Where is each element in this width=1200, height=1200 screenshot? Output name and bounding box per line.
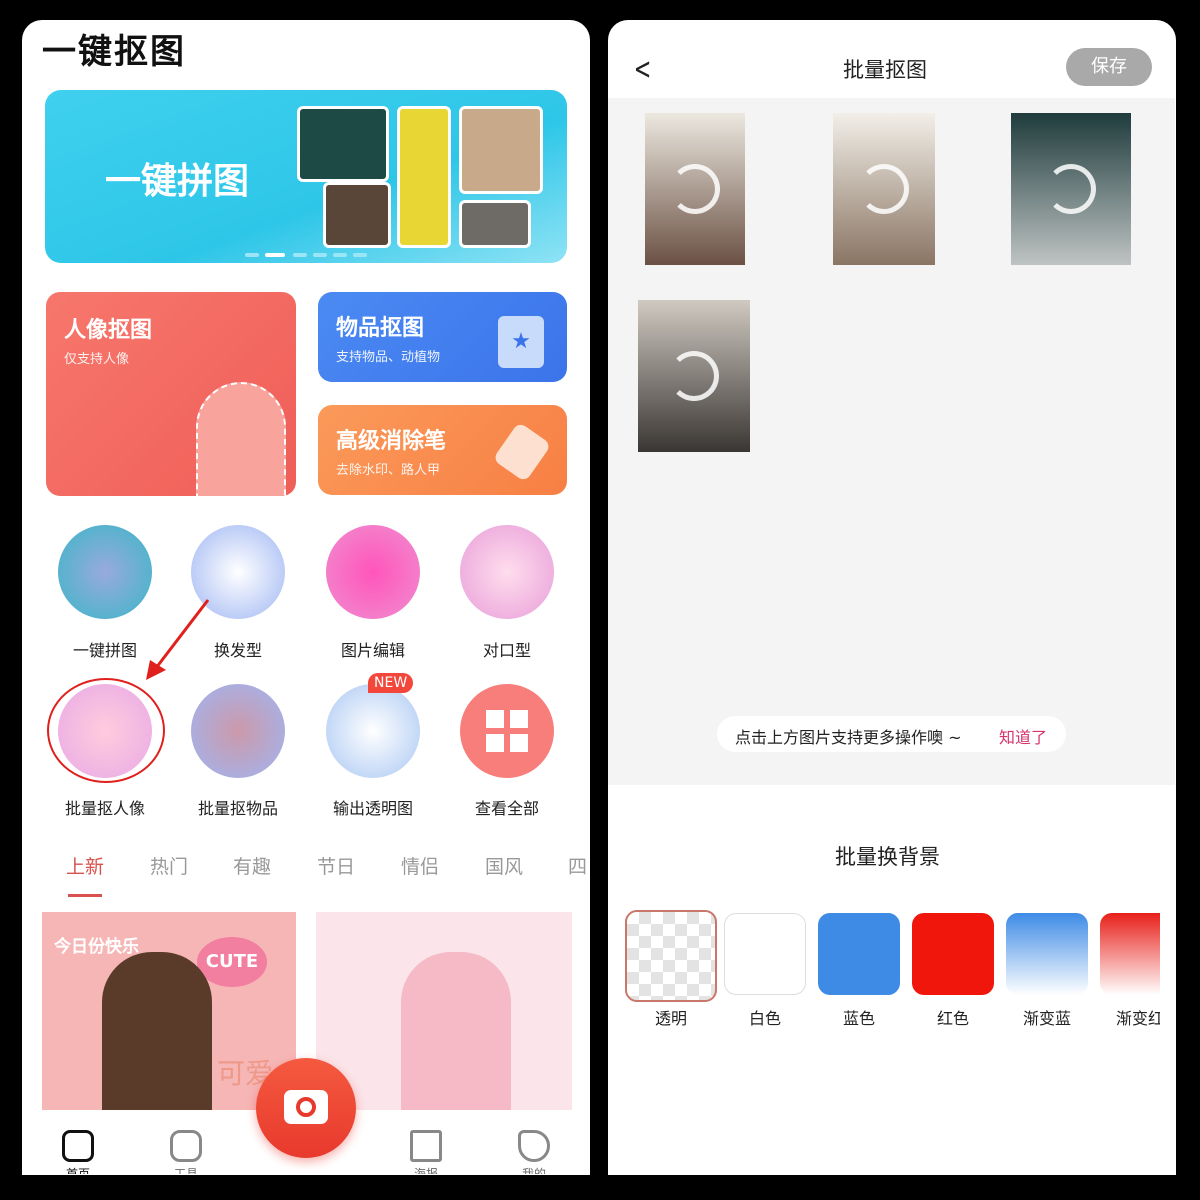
camera-icon (284, 1090, 328, 1124)
bg-swatch-transparent[interactable] (625, 910, 717, 1002)
dismiss-tip-button[interactable]: 知道了 (999, 724, 1047, 748)
bg-swatch-gradient-red[interactable] (1100, 913, 1160, 995)
tab-chinese-style[interactable]: 国风 (485, 852, 523, 879)
template-card[interactable]: 今日份快乐 CUTE 可爱 (42, 912, 296, 1110)
swatch-label: 白色 (748, 1009, 781, 1028)
bg-swatch-red[interactable] (912, 913, 994, 995)
swatch-label: 渐变蓝 (1022, 1009, 1071, 1028)
nav-label-home[interactable]: 首页 (58, 1165, 98, 1174)
photo-thumbnail[interactable] (638, 300, 750, 452)
swatch-label: 红色 (936, 1009, 969, 1028)
template-sticker: CUTE (197, 937, 267, 987)
save-button[interactable]: 保存 (1066, 48, 1152, 86)
tab-fun[interactable]: 有趣 (233, 852, 271, 879)
swatch-label: 透明 (654, 1009, 687, 1028)
tools-icon[interactable] (170, 1130, 202, 1162)
tab-holiday[interactable]: 节日 (317, 852, 355, 879)
bg-swatch-gradient-blue[interactable] (1006, 913, 1088, 995)
swatch-label: 渐变红 (1116, 1009, 1160, 1028)
swatch-label-clip: 渐变红 (1100, 1005, 1160, 1029)
back-arrow-icon[interactable]: < (634, 52, 652, 87)
home-icon[interactable] (62, 1130, 94, 1162)
bg-swatch-blue[interactable] (818, 913, 900, 995)
template-title: 今日份快乐 (54, 937, 139, 957)
photo-thumbnail[interactable] (645, 113, 745, 265)
loading-spinner-icon (670, 164, 720, 214)
tab-new[interactable]: 上新 (66, 852, 104, 879)
tab-underline (68, 894, 102, 897)
model-photo (102, 952, 212, 1110)
nav-label-tools[interactable]: 工具 (166, 1165, 206, 1174)
model-photo (401, 952, 511, 1110)
loading-spinner-icon (1046, 164, 1096, 214)
tip-pill: 点击上方图片支持更多操作噢 ~ 知道了 (717, 716, 1066, 752)
poster-icon[interactable] (410, 1130, 442, 1162)
template-card[interactable] (316, 912, 572, 1110)
tab-couple[interactable]: 情侣 (401, 852, 439, 879)
page-title: 批量抠图 (843, 58, 927, 82)
photo-thumbnail[interactable] (833, 113, 935, 265)
camera-button[interactable] (256, 1058, 356, 1158)
loading-spinner-icon (859, 164, 909, 214)
nav-label-poster[interactable]: 海报 (406, 1165, 446, 1174)
section-title: 批量换背景 (835, 845, 940, 869)
tip-text: 点击上方图片支持更多操作噢 ~ (735, 728, 962, 747)
nav-label-profile[interactable]: 我的 (514, 1165, 554, 1174)
bg-swatch-white[interactable] (724, 913, 806, 995)
swatch-label: 蓝色 (842, 1009, 875, 1028)
tab-more[interactable]: 四 (568, 852, 587, 879)
loading-spinner-icon (669, 351, 719, 401)
tab-hot[interactable]: 热门 (150, 852, 188, 879)
profile-icon[interactable] (518, 1130, 550, 1162)
photo-thumbnail[interactable] (1011, 113, 1131, 265)
